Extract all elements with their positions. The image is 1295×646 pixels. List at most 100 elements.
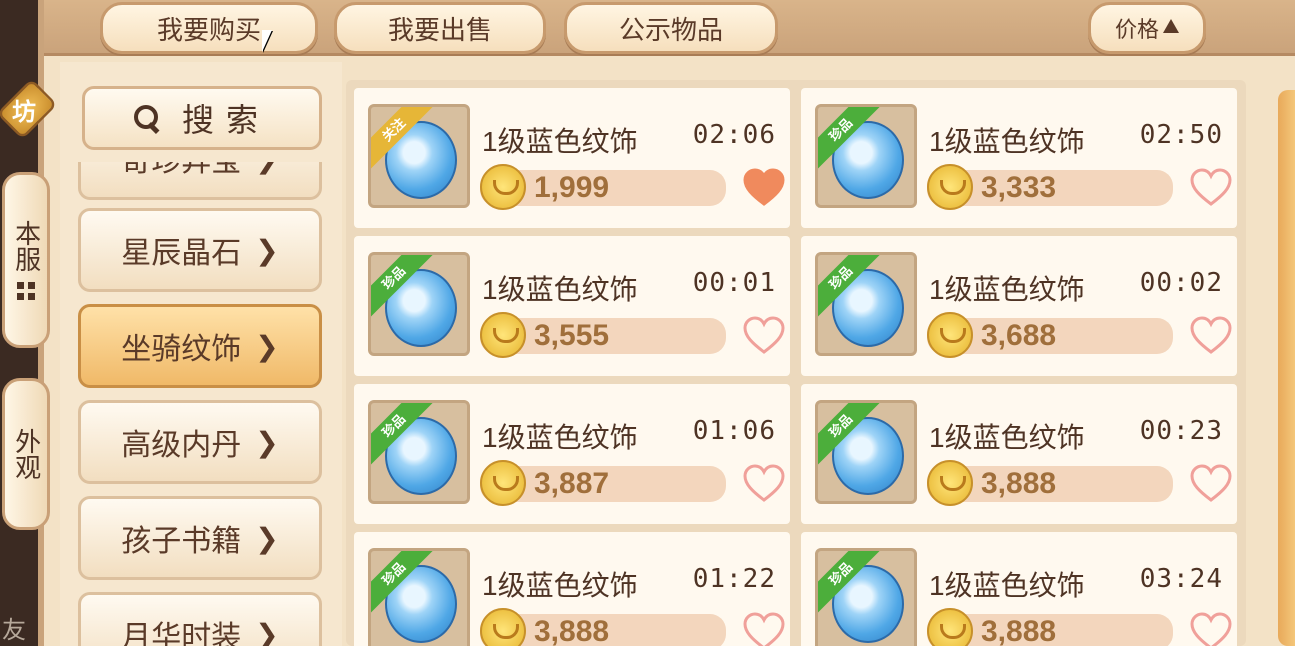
item-name: 1级蓝色纹饰 (929, 126, 1085, 157)
tab-buy-label: 我要购买 (156, 14, 261, 45)
market-emblem-label: 坊 (12, 99, 36, 126)
item-price: 3,888 (981, 615, 1057, 646)
item-name: 1级蓝色纹饰 (482, 274, 638, 305)
item-price: 3,555 (534, 319, 610, 352)
item-thumbnail: 珍品 (815, 104, 917, 208)
favorite-heart-icon[interactable] (1189, 168, 1233, 208)
listing-card[interactable]: 珍品 1级蓝色纹饰 00:02 3,688 (801, 236, 1237, 376)
price-bar: 1,999 (480, 164, 726, 210)
category-item[interactable]: 高级内丹 ❯ (78, 400, 322, 484)
item-time-remaining: 02:06 (692, 120, 776, 150)
coin-icon (480, 164, 526, 210)
coin-icon (480, 608, 526, 646)
price-bar: 3,333 (927, 164, 1173, 210)
item-time-remaining: 00:01 (692, 268, 776, 298)
search-button-label: 搜索 (181, 102, 270, 138)
listing-card[interactable]: 珍品 1级蓝色纹饰 02:50 3,333 (801, 88, 1237, 228)
item-price: 3,888 (534, 615, 610, 646)
price-bar: 3,555 (480, 312, 726, 358)
item-time-remaining: 03:24 (1139, 564, 1223, 594)
grid-icon (17, 282, 35, 300)
price-bar: 3,888 (927, 460, 1173, 506)
favorite-heart-icon[interactable] (742, 316, 786, 356)
chevron-right-icon: ❯ (255, 162, 278, 175)
price-bar: 3,887 (480, 460, 726, 506)
tab-public-label: 公示物品 (618, 14, 723, 45)
category-item[interactable]: 孩子书籍 ❯ (78, 496, 322, 580)
chevron-right-icon: ❯ (255, 618, 279, 646)
side-tab-server-label: 本服 (11, 220, 42, 272)
favorite-heart-icon[interactable] (742, 612, 786, 646)
friend-label[interactable]: 友 (2, 610, 26, 645)
favorite-heart-icon[interactable] (1189, 316, 1233, 356)
price-bar: 3,888 (927, 608, 1173, 646)
listing-card[interactable]: 珍品 1级蓝色纹饰 03:24 3,888 (801, 532, 1237, 646)
search-button[interactable]: 搜索 (82, 86, 322, 150)
coin-icon (927, 312, 973, 358)
chevron-right-icon: ❯ (255, 522, 279, 554)
item-price: 1,999 (534, 171, 610, 204)
category-item-label: 孩子书籍 (121, 525, 242, 558)
favorite-heart-icon[interactable] (742, 464, 786, 504)
coin-icon (480, 460, 526, 506)
item-time-remaining: 02:50 (1139, 120, 1223, 150)
coin-icon (480, 312, 526, 358)
chevron-right-icon: ❯ (255, 426, 279, 458)
category-item-label: 坐骑纹饰 (121, 333, 242, 366)
side-tab-appearance[interactable]: 外观 (2, 378, 50, 530)
side-tab-appearance-label: 外观 (11, 428, 42, 480)
listing-card[interactable]: 珍品 1级蓝色纹饰 00:23 3,888 (801, 384, 1237, 524)
arrow-up-icon (1163, 19, 1179, 33)
coin-icon (927, 608, 973, 646)
tab-public[interactable]: 公示物品 (564, 2, 778, 54)
item-thumbnail: 珍品 (368, 400, 470, 504)
listing-card[interactable]: 珍品 1级蓝色纹饰 01:22 3,888 (354, 532, 790, 646)
item-price: 3,888 (981, 467, 1057, 500)
category-panel: 搜索 奇珍异宝 ❯ 星辰晶石 ❯ 坐骑纹饰 ❯ 高级内丹 ❯ 孩子书籍 ❯ 月华时装 ❯ (60, 62, 342, 646)
item-name: 1级蓝色纹饰 (482, 570, 638, 601)
mouse-cursor-icon (262, 30, 272, 52)
item-name: 1级蓝色纹饰 (929, 570, 1085, 601)
item-thumbnail: 关注 (368, 104, 470, 208)
item-price: 3,333 (981, 171, 1057, 204)
chevron-right-icon: ❯ (255, 330, 279, 362)
item-name: 1级蓝色纹饰 (482, 422, 638, 453)
tab-buy[interactable]: 我要购买 (100, 2, 318, 54)
category-item[interactable]: 坐骑纹饰 ❯ (78, 304, 322, 388)
category-item[interactable]: 奇珍异宝 ❯ (78, 162, 322, 200)
category-item[interactable]: 月华时装 ❯ (78, 592, 322, 646)
favorite-heart-icon[interactable] (1189, 464, 1233, 504)
item-time-remaining: 00:02 (1139, 268, 1223, 298)
item-thumbnail: 珍品 (815, 400, 917, 504)
sort-price-label: 价格 (1114, 17, 1159, 42)
price-bar: 3,688 (927, 312, 1173, 358)
item-thumbnail: 珍品 (368, 548, 470, 646)
item-price: 3,887 (534, 467, 610, 500)
category-item-label: 高级内丹 (121, 429, 242, 462)
listing-card[interactable]: 珍品 1级蓝色纹饰 00:01 3,555 (354, 236, 790, 376)
item-thumbnail: 珍品 (815, 252, 917, 356)
item-price: 3,688 (981, 319, 1057, 352)
item-thumbnail: 珍品 (815, 548, 917, 646)
category-list[interactable]: 奇珍异宝 ❯ 星辰晶石 ❯ 坐骑纹饰 ❯ 高级内丹 ❯ 孩子书籍 ❯ 月华时装 ❯ (78, 162, 324, 646)
favorite-heart-icon[interactable] (1189, 612, 1233, 646)
price-bar: 3,888 (480, 608, 726, 646)
coin-icon (927, 164, 973, 210)
category-item[interactable]: 星辰晶石 ❯ (78, 208, 322, 292)
item-time-remaining: 01:06 (692, 416, 776, 446)
listing-grid: 关注 1级蓝色纹饰 02:06 1,999 珍品 1级蓝色纹饰 02:50 3,333 珍品 1级… (346, 80, 1246, 646)
category-item-label: 月华时装 (121, 621, 242, 646)
listing-card[interactable]: 珍品 1级蓝色纹饰 01:06 3,887 (354, 384, 790, 524)
favorite-heart-icon[interactable] (742, 168, 786, 208)
item-thumbnail: 珍品 (368, 252, 470, 356)
listing-card[interactable]: 关注 1级蓝色纹饰 02:06 1,999 (354, 88, 790, 228)
chevron-right-icon: ❯ (255, 234, 279, 266)
category-item-label: 星辰晶石 (121, 237, 242, 270)
side-tab-server[interactable]: 本服 (2, 172, 50, 348)
tab-sell-label: 我要出售 (387, 14, 492, 45)
search-icon (133, 105, 160, 131)
item-name: 1级蓝色纹饰 (929, 274, 1085, 305)
right-side-decoration (1278, 90, 1295, 646)
tab-sell[interactable]: 我要出售 (334, 2, 546, 54)
sort-price-button[interactable]: 价格 (1088, 2, 1206, 54)
